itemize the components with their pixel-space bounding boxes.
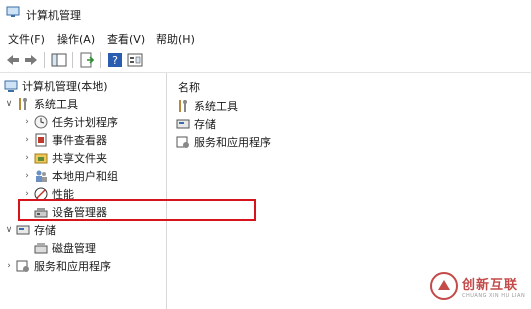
toolbar-separator xyxy=(44,52,45,68)
chevron-right-icon[interactable]: › xyxy=(22,189,32,199)
event-viewer-icon xyxy=(35,133,47,147)
computer-management-icon xyxy=(4,80,18,92)
menu-bar: 文件(F) 操作(A) 查看(V) 帮助(H) xyxy=(0,28,531,46)
show-hide-tree-icon[interactable] xyxy=(51,52,67,68)
back-arrow-icon[interactable] xyxy=(5,52,21,68)
tree-item-services-apps[interactable]: › 服务和应用程序 xyxy=(4,257,111,275)
tree-item-computer-management[interactable]: 计算机管理(本地) xyxy=(4,77,108,95)
tree-label: 磁盘管理 xyxy=(52,242,96,255)
properties-icon[interactable] xyxy=(127,52,143,68)
menu-help[interactable]: 帮助(H) xyxy=(156,31,195,47)
tree-item-event-viewer[interactable]: › 事件查看器 xyxy=(22,131,107,149)
menu-view[interactable]: 查看(V) xyxy=(107,31,145,47)
tree-label: 存储 xyxy=(34,224,56,237)
tree-item-shared-folders[interactable]: › 共享文件夹 xyxy=(22,149,107,167)
list-item-system-tools[interactable]: 系统工具 xyxy=(176,97,238,115)
list-item-storage[interactable]: 存储 xyxy=(176,115,216,133)
tree-label: 本地用户和组 xyxy=(52,170,118,183)
tree-label: 共享文件夹 xyxy=(52,152,107,165)
title-bar: 计算机管理 xyxy=(0,0,531,26)
tree-item-system-tools[interactable]: ∨ 系统工具 xyxy=(4,95,78,113)
tools-icon xyxy=(19,98,27,110)
menu-file[interactable]: 文件(F) xyxy=(8,31,45,47)
toolbar-separator xyxy=(100,52,101,68)
toolbar: ? xyxy=(0,48,531,73)
tree-label: 服务和应用程序 xyxy=(34,260,111,273)
chevron-down-icon[interactable]: ∨ xyxy=(4,99,14,109)
storage-icon xyxy=(16,225,30,235)
list-item-label: 系统工具 xyxy=(194,100,238,113)
chevron-right-icon[interactable]: › xyxy=(22,117,32,127)
watermark-logo: 创新互联 CHUANG XIN HU LIAN xyxy=(430,268,530,304)
list-item-label: 存储 xyxy=(194,118,216,131)
chevron-right-icon[interactable]: › xyxy=(22,153,32,163)
watermark-logo-icon xyxy=(430,272,458,300)
watermark-text-en: CHUANG XIN HU LIAN xyxy=(462,292,526,299)
tree-item-task-scheduler[interactable]: › 任务计划程序 xyxy=(22,113,118,131)
tree-item-local-users[interactable]: › 本地用户和组 xyxy=(22,167,118,185)
tree-label: 事件查看器 xyxy=(52,134,107,147)
tree-label: 任务计划程序 xyxy=(52,116,118,129)
column-header-name[interactable]: 名称 xyxy=(178,79,200,95)
menu-action[interactable]: 操作(A) xyxy=(57,31,95,47)
tree-label: 系统工具 xyxy=(34,98,78,111)
tree-item-disk-management[interactable]: 磁盘管理 xyxy=(34,239,96,257)
chevron-down-icon[interactable]: ∨ xyxy=(4,225,14,235)
svg-text:?: ? xyxy=(112,54,118,67)
tools-icon xyxy=(179,100,187,112)
clock-icon xyxy=(34,115,48,129)
tree-item-storage[interactable]: ∨ 存储 xyxy=(4,221,56,239)
storage-icon xyxy=(176,119,190,129)
services-icon xyxy=(16,260,29,272)
forward-arrow-icon[interactable] xyxy=(23,52,39,68)
chevron-right-icon[interactable]: › xyxy=(22,171,32,181)
tree-label: 计算机管理(本地) xyxy=(22,80,108,93)
navigation-tree: 计算机管理(本地) ∨ 系统工具 › 任务计划程序 › 事件查看器 › 共享文件… xyxy=(0,73,167,309)
toolbar-separator xyxy=(72,52,73,68)
list-item-label: 服务和应用程序 xyxy=(194,136,271,149)
disk-management-icon xyxy=(34,243,48,254)
chevron-right-icon[interactable]: › xyxy=(4,261,14,271)
users-icon xyxy=(36,170,47,182)
shared-folder-icon xyxy=(34,153,48,164)
help-icon[interactable]: ? xyxy=(107,52,123,68)
watermark-text-cn: 创新互联 xyxy=(462,277,519,293)
list-item-services-apps[interactable]: 服务和应用程序 xyxy=(176,133,271,151)
chevron-right-icon[interactable]: › xyxy=(22,135,32,145)
export-list-icon[interactable] xyxy=(79,52,95,68)
window-title: 计算机管理 xyxy=(26,9,81,22)
services-icon xyxy=(176,136,189,148)
computer-management-icon xyxy=(6,6,20,17)
